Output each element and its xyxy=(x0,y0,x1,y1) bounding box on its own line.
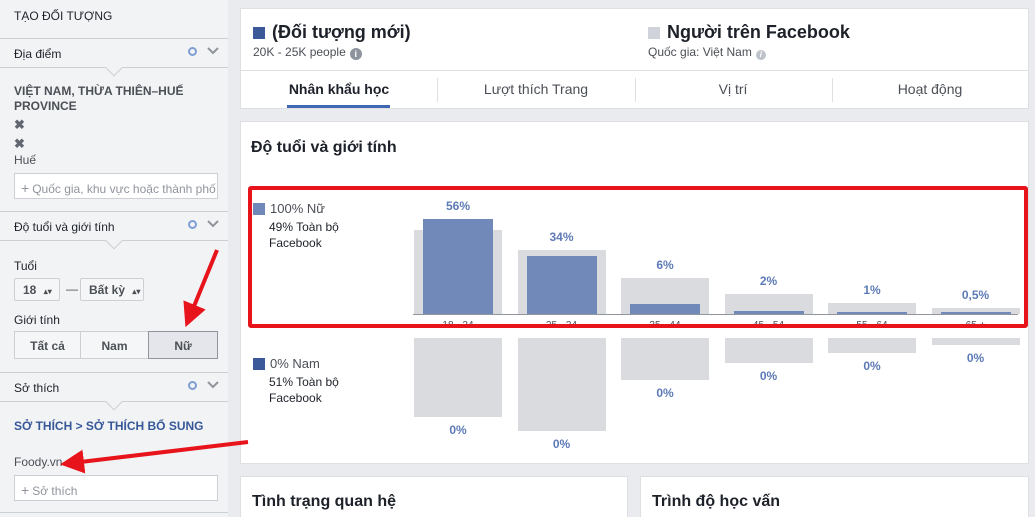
arrow-to-female xyxy=(183,249,219,328)
annotation-arrows xyxy=(60,249,249,474)
arrow-to-interest xyxy=(60,440,249,474)
